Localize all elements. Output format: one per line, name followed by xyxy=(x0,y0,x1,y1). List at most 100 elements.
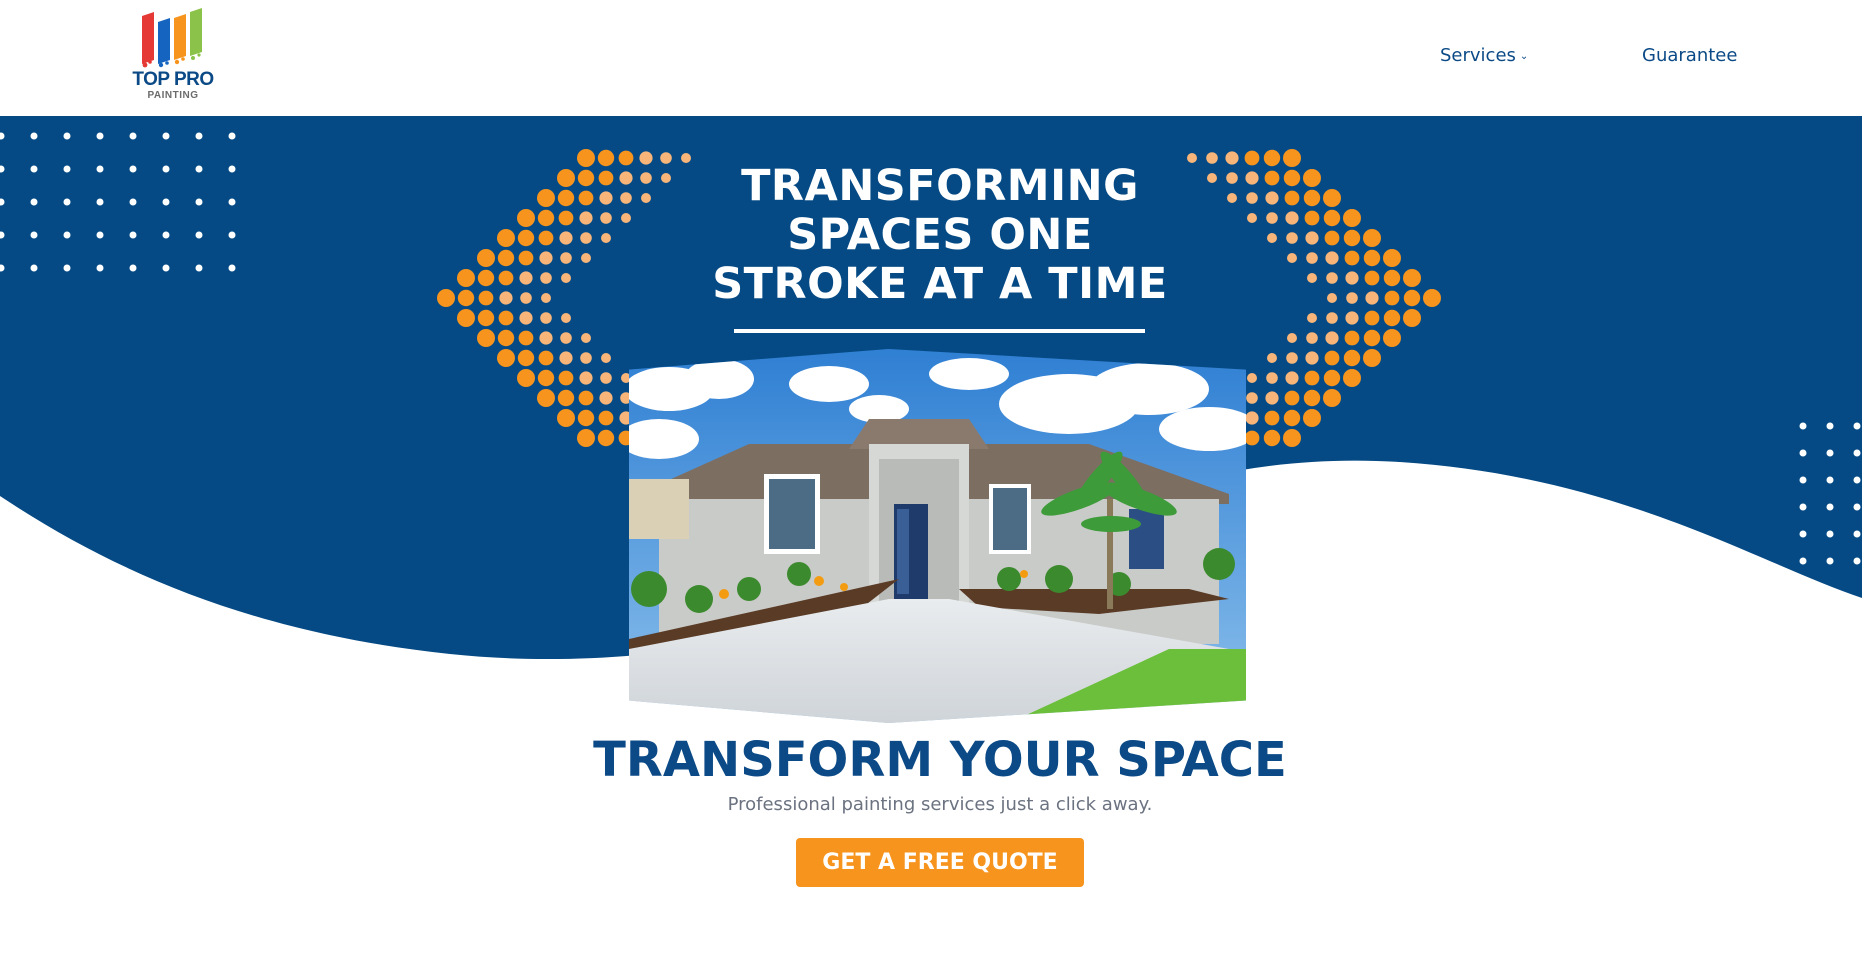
decor-dot xyxy=(1853,476,1861,484)
decor-dot xyxy=(162,231,170,239)
nav-guarantee[interactable]: Guarantee xyxy=(1642,44,1737,68)
decor-dot xyxy=(560,252,572,264)
chevron-down-icon: ⌄ xyxy=(1519,51,1529,62)
decor-dot xyxy=(539,251,553,265)
decor-dot xyxy=(517,229,535,247)
decor-dot xyxy=(1403,289,1421,307)
decor-dot xyxy=(578,190,594,206)
decor-dot xyxy=(519,311,533,325)
decor-dot xyxy=(538,350,554,366)
decor-dot xyxy=(1267,353,1277,363)
decor-dot xyxy=(538,230,554,246)
decor-dot xyxy=(580,352,592,364)
decor-dot xyxy=(517,369,535,387)
decor-dot xyxy=(498,270,514,286)
decor-dot xyxy=(1364,310,1380,326)
decor-dot xyxy=(517,349,535,367)
decor-dot xyxy=(1853,449,1861,457)
decor-dot xyxy=(1343,209,1361,227)
decor-dot xyxy=(228,231,236,239)
decor-dot xyxy=(578,390,594,406)
decor-dot xyxy=(559,351,573,365)
decor-dot xyxy=(1283,149,1301,167)
nav-guarantee-label: Guarantee xyxy=(1642,45,1738,66)
decor-dot xyxy=(1826,503,1834,511)
decor-dot xyxy=(1325,331,1339,345)
decor-dot xyxy=(1383,269,1401,287)
get-free-quote-button[interactable]: GET A FREE QUOTE xyxy=(796,838,1084,887)
decor-dot xyxy=(1263,149,1281,167)
decor-dot xyxy=(600,372,612,384)
decor-dot xyxy=(63,165,71,173)
decor-dot xyxy=(537,209,555,227)
decor-dot xyxy=(1323,189,1341,207)
decor-dot xyxy=(597,149,615,167)
decor-dot xyxy=(195,198,203,206)
decor-dot xyxy=(1303,169,1321,187)
brand-name: TOP PRO xyxy=(132,69,214,90)
decor-dot xyxy=(577,149,595,167)
decor-dot xyxy=(477,269,495,287)
decor-dot xyxy=(457,309,475,327)
decor-dot xyxy=(1383,329,1401,347)
decor-dot xyxy=(581,253,591,263)
site-header: TOP PRO PAINTING Services ⌄ Guarantee xyxy=(0,0,1862,116)
nav-services[interactable]: Services ⌄ xyxy=(1440,44,1528,69)
decor-dot xyxy=(1287,253,1297,263)
decor-dot xyxy=(477,329,495,347)
decor-dot xyxy=(1283,429,1301,447)
decor-dot xyxy=(30,231,38,239)
decor-dot xyxy=(1326,312,1338,324)
decor-dot xyxy=(1306,252,1318,264)
decor-dot xyxy=(228,264,236,272)
decor-dot xyxy=(499,291,513,305)
decor-dot xyxy=(1364,270,1380,286)
decor-dot xyxy=(30,165,38,173)
decor-dot xyxy=(1343,349,1361,367)
decor-dot xyxy=(1826,557,1834,565)
decor-dot xyxy=(1266,212,1278,224)
decor-dot xyxy=(1245,171,1259,185)
decor-dot xyxy=(129,165,137,173)
decor-dot xyxy=(557,189,575,207)
paint-bars-icon xyxy=(142,8,202,68)
decor-dot xyxy=(1305,231,1319,245)
decor-dot xyxy=(1303,389,1321,407)
decor-dot xyxy=(96,198,104,206)
decor-dot xyxy=(228,132,236,140)
decor-dot xyxy=(30,198,38,206)
decor-dot xyxy=(520,292,532,304)
decor-dot xyxy=(1826,449,1834,457)
decor-dot xyxy=(620,192,632,204)
decor-dot xyxy=(1286,352,1298,364)
decor-dot xyxy=(1344,250,1360,266)
decor-dot xyxy=(558,370,574,386)
decor-dot xyxy=(1324,230,1340,246)
decor-dot xyxy=(537,369,555,387)
decor-dot xyxy=(63,198,71,206)
decor-dot xyxy=(598,170,614,186)
decor-dot xyxy=(518,330,534,346)
decor-dot xyxy=(1365,291,1379,305)
decor-dot xyxy=(1826,476,1834,484)
decor-dot xyxy=(559,231,573,245)
decor-dot xyxy=(1287,333,1297,343)
decor-dot xyxy=(96,165,104,173)
decor-dot xyxy=(497,229,515,247)
decor-dot xyxy=(580,232,592,244)
main-subheading: Professional painting services just a cl… xyxy=(727,794,1153,815)
decor-dot xyxy=(601,233,611,243)
decor-dot xyxy=(478,290,494,306)
decor-dot xyxy=(577,429,595,447)
decor-dot xyxy=(129,132,137,140)
decor-dot xyxy=(560,332,572,344)
decor-dot xyxy=(1363,229,1381,247)
decor-dot xyxy=(1799,530,1807,538)
decor-dot xyxy=(1403,309,1421,327)
decor-dot xyxy=(96,231,104,239)
decor-dot xyxy=(498,310,514,326)
decor-dot xyxy=(162,165,170,173)
brand-logo[interactable]: TOP PRO PAINTING xyxy=(128,8,218,104)
decor-dot xyxy=(581,333,591,343)
decor-dot xyxy=(1383,249,1401,267)
